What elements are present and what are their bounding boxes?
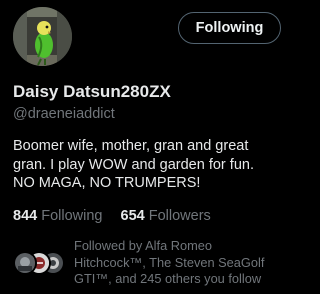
bio-line: gran. I play WOW and garden for fun. [13, 156, 254, 173]
budgie-photo-icon [13, 7, 72, 66]
follower-avatar-icon [13, 251, 37, 275]
followed-by-line: GTI™, and 245 others you follow [74, 271, 262, 286]
following-label: Following [41, 208, 103, 224]
profile-avatar[interactable] [13, 7, 72, 66]
followed-by-section[interactable]: Followed by Alfa Romeo Hitchcock™, The S… [13, 238, 291, 288]
bio-line: NO MAGA, NO TRUMPERS! [13, 175, 201, 191]
following-count: 844 [13, 208, 38, 224]
followers-stat-link[interactable]: 654 Followers [121, 208, 211, 224]
follow-stats: 844 Following 654 Followers [13, 208, 211, 224]
profile-hover-card: Following Daisy Datsun280ZX @draeneiaddi… [0, 0, 294, 294]
followers-label: Followers [148, 208, 211, 224]
display-name[interactable]: Daisy Datsun280ZX [13, 82, 171, 102]
followed-by-line: Followed by Alfa Romeo [74, 238, 212, 253]
followers-count: 654 [120, 208, 145, 224]
followed-by-text: Followed by Alfa Romeo Hitchcock™, The S… [74, 238, 292, 288]
profile-bio: Boomer wife, mother, gran and great gran… [13, 137, 291, 193]
following-button[interactable]: Following [178, 12, 281, 44]
followed-by-line: Hitchcock™, The Steven SeaGolf [74, 254, 265, 270]
bio-line: Boomer wife, mother, gran and great [13, 138, 249, 154]
user-handle[interactable]: @draeneiaddict [13, 106, 115, 122]
follower-facepile [13, 251, 67, 275]
following-stat-link[interactable]: 844 Following [13, 208, 107, 224]
